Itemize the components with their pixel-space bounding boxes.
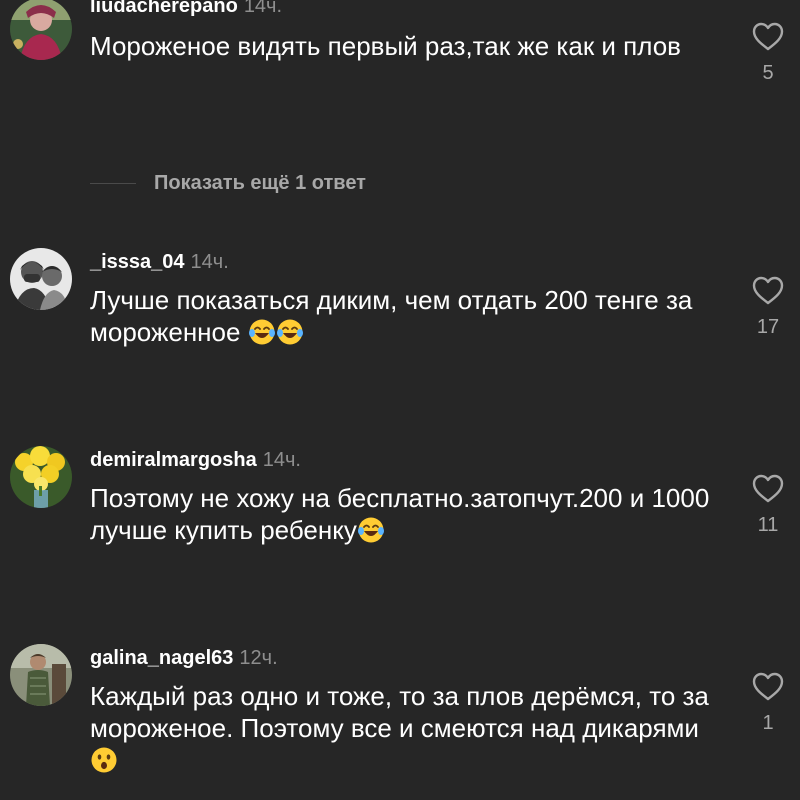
heart-outline-icon: [752, 672, 784, 701]
comment-body: Каждый раз одно и тоже, то за плов дерём…: [90, 681, 709, 743]
timestamp: 14ч.: [262, 449, 301, 471]
heart-outline-icon: [752, 22, 784, 51]
avatar-photo-icon: [10, 644, 72, 706]
face-with-tears-of-joy-icon: [276, 319, 303, 345]
like-button[interactable]: 11: [748, 474, 788, 537]
divider-line: [90, 182, 136, 184]
username[interactable]: demiralmargosha: [90, 449, 257, 471]
username[interactable]: liudacherepano: [90, 0, 238, 17]
avatar[interactable]: [10, 644, 72, 706]
comment-text: Каждый раз одно и тоже, то за плов дерём…: [90, 680, 730, 776]
username[interactable]: galina_nagel63: [90, 647, 233, 669]
avatar[interactable]: [10, 248, 72, 310]
comment-text: Лучше показаться диким, чем отдать 200 т…: [90, 284, 730, 348]
like-count: 17: [756, 316, 780, 338]
username[interactable]: _isssa_04: [90, 251, 185, 273]
like-count: 5: [762, 62, 774, 84]
like-button[interactable]: 1: [748, 672, 788, 735]
hushed-face-icon: [91, 747, 117, 773]
heart-outline-icon: [752, 474, 784, 503]
comment-meta: liudacherepano 14ч.: [90, 0, 282, 18]
avatar-photo-icon: [10, 0, 72, 60]
avatar-photo-icon: [10, 248, 72, 310]
timestamp: 14ч.: [190, 251, 229, 273]
timestamp: 14ч.: [243, 0, 283, 17]
comment-body: Лучше показаться диким, чем отдать 200 т…: [90, 285, 693, 347]
like-button[interactable]: 5: [748, 22, 788, 85]
show-more-replies-button[interactable]: Показать ещё 1 ответ: [90, 168, 366, 198]
avatar[interactable]: [10, 0, 72, 60]
comment-meta: _isssa_04 14ч.: [90, 250, 229, 274]
comment-body: Мороженое видять первый раз,так же как и…: [90, 31, 681, 61]
comment-body: Поэтому не хожу на бесплатно.затопчут.20…: [90, 483, 710, 545]
comment-meta: demiralmargosha 14ч.: [90, 448, 301, 472]
timestamp: 12ч.: [239, 647, 278, 669]
like-button[interactable]: 17: [748, 276, 788, 339]
avatar-photo-icon: [10, 446, 72, 508]
face-with-tears-of-joy-icon: [248, 319, 275, 345]
comment-text: Поэтому не хожу на бесплатно.затопчут.20…: [90, 482, 730, 546]
face-with-tears-of-joy-icon: [357, 517, 384, 543]
comment-meta: galina_nagel63 12ч.: [90, 646, 278, 670]
avatar[interactable]: [10, 446, 72, 508]
show-more-replies-label: Показать ещё 1 ответ: [154, 171, 366, 194]
heart-outline-icon: [752, 276, 784, 305]
like-count: 1: [762, 712, 774, 734]
comment-text: Мороженое видять первый раз,так же как и…: [90, 30, 730, 62]
like-count: 11: [757, 514, 779, 536]
